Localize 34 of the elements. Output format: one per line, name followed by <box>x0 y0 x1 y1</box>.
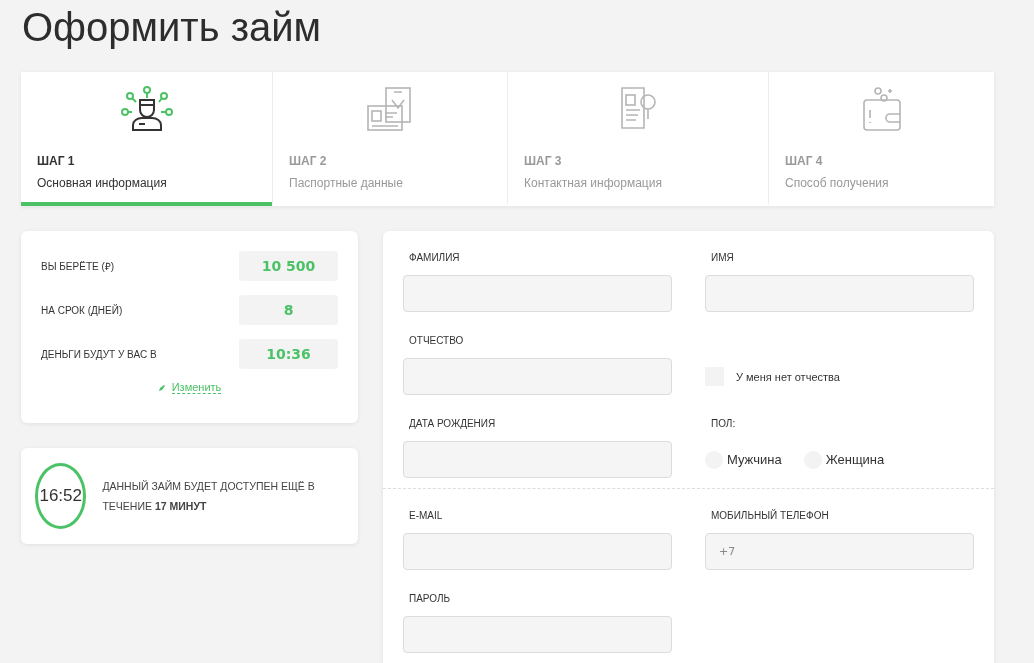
summary-label: ВЫ БЕРЁТЕ (₽) <box>41 260 115 273</box>
summary-value: 10:36 <box>239 339 338 369</box>
step-tab[interactable]: ШАГ 3 Контактная информация <box>507 72 768 206</box>
summary-value: 8 <box>239 295 338 325</box>
pencil-icon <box>157 383 166 392</box>
checkbox-label: У меня нет отчества <box>736 370 840 383</box>
summary-label: ДЕНЬГИ БУДУТ У ВАС В <box>41 348 157 360</box>
field-label: МОБИЛЬНЫЙ ТЕЛЕФОН <box>710 509 830 523</box>
input-field[interactable] <box>403 358 672 395</box>
input-field[interactable] <box>403 275 672 312</box>
summary-label: НА СРОК (ДНЕЙ) <box>41 304 123 316</box>
field-label: ПОЛ: <box>710 417 737 431</box>
field-label: ОТЧЕСТВО <box>408 334 465 348</box>
input-field[interactable]: +7 <box>705 533 974 570</box>
field-label: ИМЯ <box>710 251 735 265</box>
page-title: Оформить займ <box>21 4 323 51</box>
step-tab[interactable]: ШАГ 2 Паспортные данные <box>272 72 507 206</box>
field-label: ФАМИЛИЯ <box>408 251 461 265</box>
input-field[interactable] <box>403 616 672 653</box>
radio-option[interactable]: Мужчина <box>705 450 782 469</box>
summary-value: 10 500 <box>239 251 338 281</box>
input-field[interactable] <box>705 275 974 312</box>
field-label: E-MAIL <box>408 509 444 523</box>
radio-option[interactable]: Женщина <box>803 450 885 469</box>
step-tab[interactable]: ШАГ 4 Способ получения <box>768 72 994 206</box>
countdown-timer: 16:52 <box>35 463 87 529</box>
edit-link[interactable]: Изменить <box>171 381 222 394</box>
field-label: ДАТА РОЖДЕНИЯ <box>408 417 497 431</box>
person-network-icon <box>120 86 173 132</box>
step-tab[interactable]: ШАГ 1 Основная информация <box>21 72 272 206</box>
timer-message: ДАННЫЙ ЗАЙМ БУДЕТ ДОСТУПЕН ЕЩЁ В ТЕЧЕНИЕ 17 МИНУТ <box>102 479 316 514</box>
input-field[interactable] <box>403 441 672 478</box>
input-field[interactable] <box>403 533 672 570</box>
field-label: ПАРОЛЬ <box>408 592 452 606</box>
